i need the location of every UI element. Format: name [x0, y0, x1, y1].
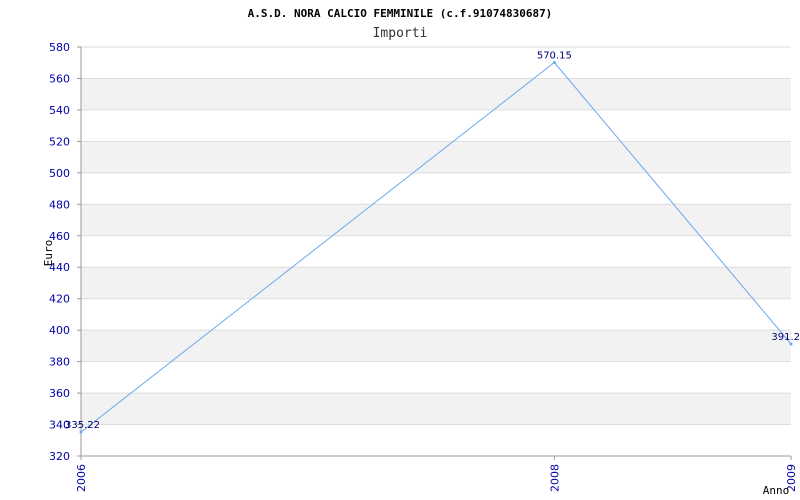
- y-tick-label: 360: [49, 387, 70, 400]
- chart-subtitle: Importi: [373, 26, 428, 41]
- y-tick-label: 540: [49, 104, 70, 117]
- series-layer: [79, 60, 793, 434]
- y-tick-label: 520: [49, 135, 70, 148]
- x-tick-label: 2008: [548, 464, 561, 492]
- grid-band: [81, 204, 791, 236]
- x-axis-ticks: 2006 2008 2009: [75, 456, 798, 492]
- data-label: 391.2: [771, 332, 800, 343]
- y-tick-label: 420: [49, 293, 70, 306]
- y-tick-label: 500: [49, 167, 70, 180]
- x-axis-title: Anno: [763, 484, 790, 497]
- line-chart: 3203403603804004204404604805005205405605…: [42, 7, 800, 497]
- data-label: 570.15: [537, 50, 572, 61]
- y-axis-title: Euro: [42, 240, 55, 267]
- grid-band: [81, 78, 791, 110]
- y-tick-label: 560: [49, 72, 70, 85]
- series-line: [80, 61, 792, 433]
- grid-band: [81, 330, 791, 362]
- x-tick-label: 2006: [75, 464, 88, 492]
- y-tick-label: 400: [49, 324, 70, 337]
- y-tick-label: 480: [49, 198, 70, 211]
- data-label: 335.22: [65, 420, 100, 431]
- y-tick-label: 320: [49, 450, 70, 463]
- y-tick-label: 380: [49, 356, 70, 369]
- chart-title: A.S.D. NORA CALCIO FEMMINILE (c.f.910748…: [248, 7, 553, 20]
- grid-bands: [81, 78, 791, 425]
- grid-band: [81, 393, 791, 425]
- grid-band: [81, 267, 791, 299]
- grid-band: [81, 141, 791, 173]
- y-tick-label: 580: [49, 41, 70, 54]
